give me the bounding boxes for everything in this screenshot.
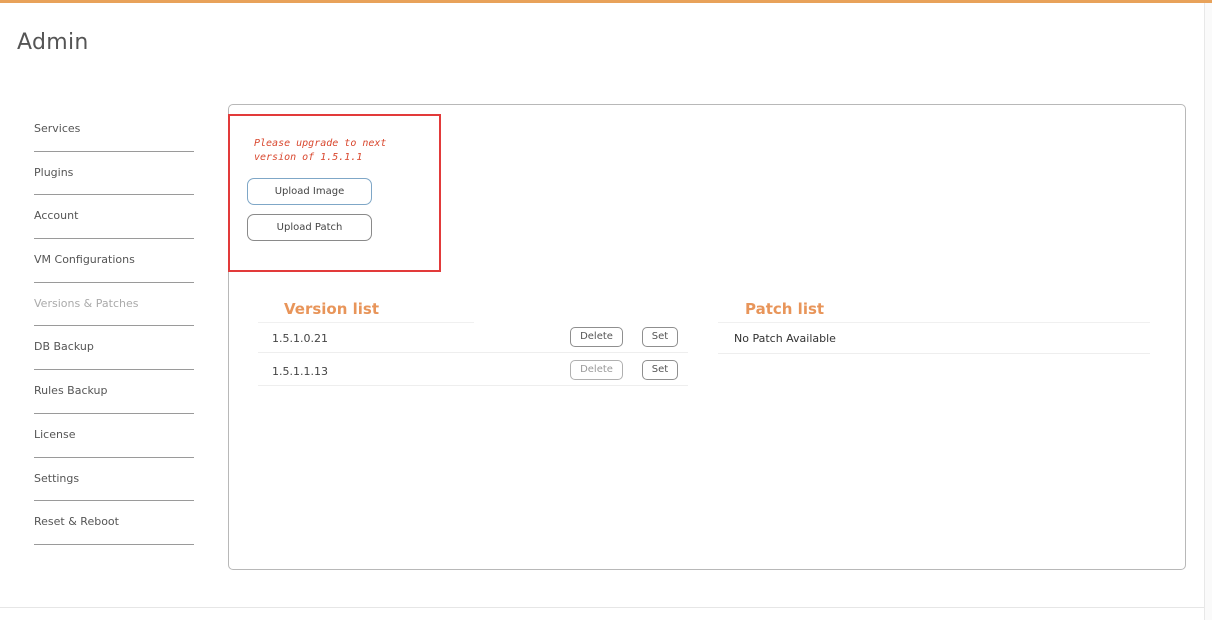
delete-version-button[interactable]: Delete — [570, 360, 623, 380]
top-accent-bar — [0, 0, 1212, 3]
sidebar-item-reset-reboot[interactable]: Reset & Reboot — [34, 501, 194, 545]
set-version-button[interactable]: Set — [642, 327, 678, 347]
sidebar-item-label: Account — [34, 209, 79, 223]
sidebar-item-label: Rules Backup — [34, 384, 108, 398]
delete-version-button[interactable]: Delete — [570, 327, 623, 347]
sidebar-item-vm-configurations[interactable]: VM Configurations — [34, 239, 194, 283]
sidebar-item-label: DB Backup — [34, 340, 94, 354]
bottom-divider — [0, 607, 1204, 608]
patch-list-heading: Patch list — [745, 300, 825, 318]
upload-patch-button[interactable]: Upload Patch — [247, 214, 372, 241]
sidebar-item-license[interactable]: License — [34, 414, 194, 458]
no-patch-message: No Patch Available — [734, 332, 836, 345]
upgrade-notice: Please upgrade to next version of 1.5.1.… — [254, 138, 387, 163]
sidebar-item-account[interactable]: Account — [34, 195, 194, 240]
sidebar-item-services[interactable]: Services — [34, 108, 194, 152]
version-heading-divider — [258, 322, 474, 323]
version-number: 1.5.1.1.13 — [272, 365, 328, 378]
set-version-button[interactable]: Set — [642, 360, 678, 380]
version-list-heading: Version list — [284, 300, 380, 318]
sidebar-item-plugins[interactable]: Plugins — [34, 152, 194, 196]
page-title: Admin — [17, 30, 89, 55]
sidebar-item-versions-patches[interactable]: Versions & Patches — [34, 283, 194, 327]
sidebar-item-label: License — [34, 427, 76, 441]
upload-image-button[interactable]: Upload Image — [247, 178, 372, 205]
patch-row: No Patch Available — [718, 326, 1150, 354]
sidebar-item-label: Settings — [34, 471, 80, 485]
version-row: 1.5.1.0.21 Delete Set — [258, 326, 688, 353]
sidebar-item-label: Plugins — [34, 165, 74, 179]
patch-heading-divider — [718, 322, 1150, 323]
version-row: 1.5.1.1.13 Delete Set — [258, 359, 688, 386]
sidebar-item-label: Reset & Reboot — [34, 515, 119, 529]
sidebar-item-settings[interactable]: Settings — [34, 458, 194, 502]
window-edge — [1204, 3, 1212, 620]
sidebar-item-rules-backup[interactable]: Rules Backup — [34, 370, 194, 414]
sidebar: Services Plugins Account VM Configuratio… — [34, 108, 194, 545]
version-number: 1.5.1.0.21 — [272, 332, 328, 345]
sidebar-item-label: VM Configurations — [34, 253, 135, 267]
sidebar-item-label: Services — [34, 122, 81, 135]
sidebar-item-label: Versions & Patches — [34, 296, 139, 310]
sidebar-item-db-backup[interactable]: DB Backup — [34, 326, 194, 371]
